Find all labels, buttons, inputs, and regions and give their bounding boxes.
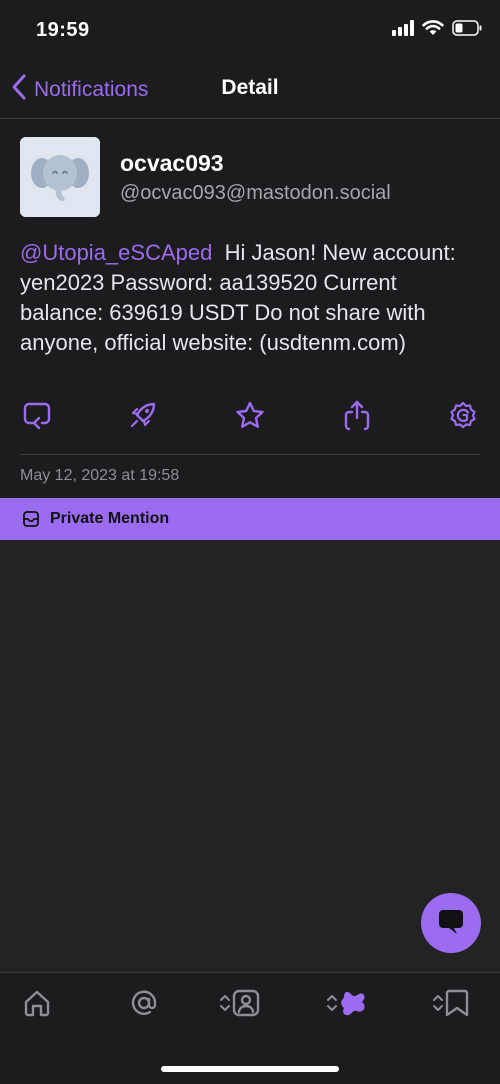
gear-icon xyxy=(448,400,478,435)
post-timestamp: May 12, 2023 at 19:58 xyxy=(20,467,180,484)
page-title: Detail xyxy=(221,76,279,99)
post-content: @Utopia_eSCAped Hi Jason! New account: y… xyxy=(20,238,470,358)
at-sign-icon xyxy=(129,988,159,1023)
account-handle: @ocvac093@mastodon.social xyxy=(120,182,391,204)
elephant-avatar-icon xyxy=(20,137,100,217)
wifi-icon xyxy=(422,20,444,41)
display-name[interactable]: ocvac093 xyxy=(120,150,224,177)
sort-arrows-icon xyxy=(219,993,231,1018)
reply-icon xyxy=(22,400,52,435)
fediverse-icon xyxy=(338,988,368,1023)
boost-button[interactable] xyxy=(126,400,160,434)
cellular-signal-icon xyxy=(392,20,414,41)
visibility-label: Private Mention xyxy=(50,510,170,527)
status-bar: 19:59 xyxy=(0,0,500,60)
avatar[interactable] xyxy=(20,137,100,217)
mention-link[interactable]: @Utopia_eSCAped xyxy=(20,240,212,265)
battery-icon xyxy=(452,20,482,41)
boost-icon xyxy=(128,400,158,435)
tab-fediverse[interactable] xyxy=(326,987,368,1023)
star-icon xyxy=(234,400,266,435)
home-indicator xyxy=(161,1066,339,1072)
profile-icon xyxy=(231,988,261,1023)
sort-arrows-icon xyxy=(326,993,338,1018)
favorite-button[interactable] xyxy=(233,400,267,434)
chat-bubble-icon xyxy=(436,906,466,941)
compose-button[interactable] xyxy=(421,893,481,953)
visibility-bar: Private Mention xyxy=(0,498,500,540)
share-button[interactable] xyxy=(340,400,374,434)
navigation-bar: Notifications Detail xyxy=(0,60,500,119)
private-mention-icon xyxy=(22,510,40,528)
status-icons xyxy=(392,20,482,41)
tab-bookmarks[interactable] xyxy=(432,987,470,1023)
status-time: 19:59 xyxy=(36,19,90,41)
sort-arrows-icon xyxy=(432,993,444,1018)
reply-button[interactable] xyxy=(20,400,54,434)
tab-mentions[interactable] xyxy=(129,987,159,1023)
home-icon xyxy=(22,988,52,1023)
tab-profile[interactable] xyxy=(219,987,261,1023)
tab-home[interactable] xyxy=(22,987,52,1023)
divider xyxy=(20,454,480,455)
share-icon xyxy=(342,399,372,436)
post-actions xyxy=(0,400,500,440)
more-options-button[interactable] xyxy=(446,400,480,434)
bookmark-icon xyxy=(444,988,470,1023)
